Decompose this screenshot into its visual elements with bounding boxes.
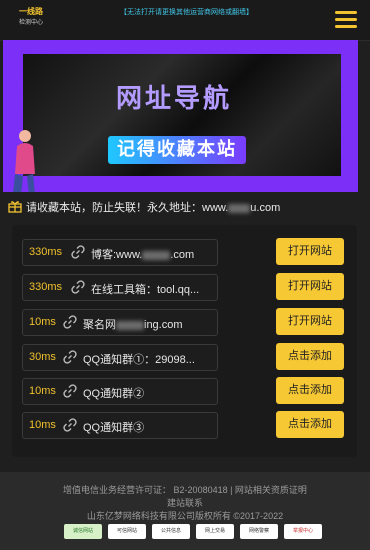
announcement-bar: 请收藏本站，防止失联！永久地址：www. u.com: [0, 195, 370, 217]
announcement-text: 请收藏本站，防止失联！永久地址：www.: [26, 202, 229, 214]
badge-trade[interactable]: 网上交易: [196, 524, 234, 539]
contact-link[interactable]: 建站联系: [0, 496, 370, 509]
redacted-text: [142, 250, 171, 260]
latency-label: 330ms: [29, 246, 63, 258]
link-row: 10ms QQ通知群② 点击添加: [12, 377, 357, 405]
site-label: 博客:www.: [91, 249, 143, 261]
redacted-text: [116, 320, 144, 330]
open-site-button[interactable]: 打开网站: [276, 273, 344, 300]
link-row: 30ms QQ通知群①：29098... 点击添加: [12, 343, 357, 371]
link-icon: [63, 315, 77, 329]
site-label: 聚名网: [83, 319, 116, 331]
gift-icon: [8, 201, 22, 213]
badge-trust[interactable]: 诚信网站: [64, 524, 102, 539]
badge-report[interactable]: 举报中心: [284, 524, 322, 539]
badge-public-info[interactable]: 公共信息: [152, 524, 190, 539]
banner-subtitle: 记得收藏本站: [108, 136, 246, 164]
link-icon: [71, 280, 85, 294]
site-label: 在线工具箱：tool.qq...: [91, 284, 200, 296]
redacted-text: [228, 203, 251, 213]
link-item[interactable]: 30ms QQ通知群①：29098...: [22, 344, 218, 371]
certification-badges: 诚信网站 可信网站 公共信息 网上交易 网络警察 举报中心: [64, 524, 334, 540]
copyright-text: 山东亿梦网络科技有限公司版权所有 ©2017-2022: [86, 511, 284, 521]
link-item[interactable]: 330ms 在线工具箱：tool.qq...: [22, 274, 218, 301]
link-icon: [63, 384, 77, 398]
link-row: 330ms 在线工具箱：tool.qq... 打开网站: [12, 273, 357, 301]
link-item[interactable]: 330ms 博客:www. .com: [22, 239, 218, 266]
logo-title: 一线路: [19, 7, 43, 16]
site-label: QQ通知群①：29098...: [83, 354, 195, 366]
license-text[interactable]: 增值电信业务经营许可证： B2-20080418 | 网站相关资质证明: [0, 483, 370, 496]
link-icon: [63, 418, 77, 432]
site-label: QQ通知群②: [83, 388, 145, 400]
character-figure-icon: [13, 130, 35, 192]
hero-banner: 网址导航 记得收藏本站: [3, 40, 358, 192]
latency-label: 10ms: [29, 419, 56, 431]
badge-credible[interactable]: 可信网站: [108, 524, 146, 539]
hamburger-menu-icon[interactable]: [335, 11, 357, 29]
top-header: 一线路 检测中心 【无法打开请更换其他运营商网络或翻墙】: [0, 0, 370, 41]
add-group-button[interactable]: 点击添加: [276, 377, 344, 404]
link-row: 10ms QQ通知群③ 点击添加: [12, 411, 357, 439]
link-item[interactable]: 10ms QQ通知群②: [22, 378, 218, 405]
link-item[interactable]: 10ms QQ通知群③: [22, 412, 218, 439]
site-label: QQ通知群③: [83, 422, 145, 434]
link-row: 330ms 博客:www. .com 打开网站: [12, 238, 357, 266]
link-panel: 330ms 博客:www. .com 打开网站 330ms 在线工具箱：tool.…: [12, 225, 357, 457]
notice-text: 【无法打开请更换其他运营商网络或翻墙】: [120, 9, 253, 16]
add-group-button[interactable]: 点击添加: [276, 343, 344, 370]
badge-police[interactable]: 网络警察: [240, 524, 278, 539]
banner-title: 网址导航: [115, 84, 232, 114]
add-group-button[interactable]: 点击添加: [276, 411, 344, 438]
logo-subtitle: 检测中心: [18, 20, 43, 26]
link-row: 10ms 聚名网 ing.com 打开网站: [12, 308, 357, 336]
page-footer: 增值电信业务经营许可证： B2-20080418 | 网站相关资质证明 建站联系…: [0, 472, 370, 550]
latency-label: 10ms: [29, 385, 56, 397]
link-item[interactable]: 10ms 聚名网 ing.com: [22, 309, 218, 336]
link-icon: [63, 350, 77, 364]
site-logo[interactable]: 一线路 检测中心: [8, 6, 54, 34]
link-icon: [71, 245, 85, 259]
latency-label: 10ms: [29, 316, 56, 328]
latency-label: 30ms: [29, 351, 56, 363]
latency-label: 330ms: [29, 281, 63, 293]
open-site-button[interactable]: 打开网站: [276, 238, 344, 265]
open-site-button[interactable]: 打开网站: [276, 308, 344, 335]
